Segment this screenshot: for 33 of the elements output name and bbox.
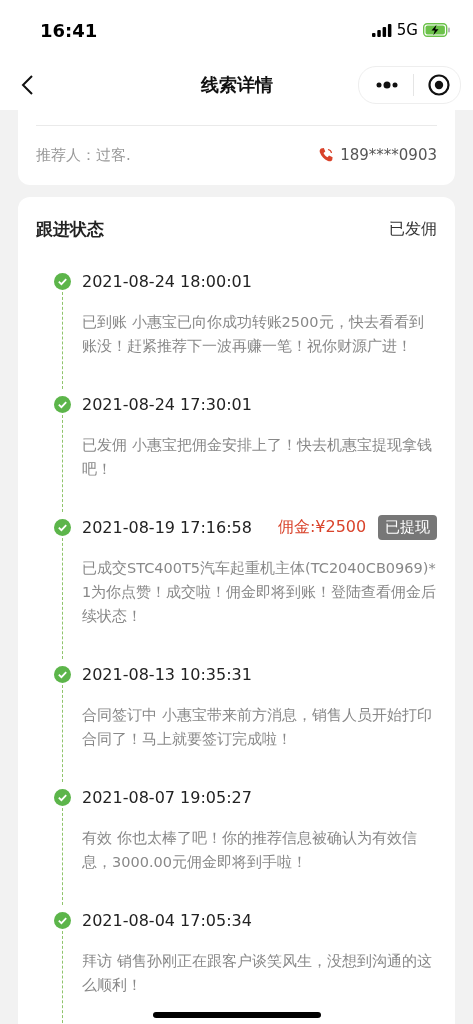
event-description: 已发佣 小惠宝把佣金安排上了！快去机惠宝提现拿钱吧！: [82, 436, 433, 479]
event-description: 已成交STC400T5汽车起重机主体(TC2040CB0969)*1为你点赞！成交啦！佣金即将到账！登陆查看佣金后续状态！: [82, 559, 437, 626]
event-description: 拜访 销售孙刚正在跟客户谈笑风生，没想到沟通的这么顺利！: [82, 952, 433, 995]
event-time: 2021-08-19 17:16:58: [82, 517, 252, 537]
phone-icon[interactable]: [318, 147, 335, 163]
event-time: 2021-08-04 17:05:34: [82, 910, 252, 930]
page-title: 线索详情: [200, 73, 273, 97]
referrer-label: 推荐人：过客.: [36, 145, 131, 165]
close-target-icon[interactable]: [428, 74, 450, 96]
event-time: 2021-08-07 19:05:27: [82, 787, 252, 807]
more-icon[interactable]: [375, 81, 399, 89]
event-description: 有效 你也太棒了吧！你的推荐信息被确认为有效信息，3000.00元佣金即将到手啦！: [82, 829, 418, 872]
back-icon[interactable]: [20, 74, 34, 96]
section-title: 跟进状态: [36, 217, 104, 241]
battery-charging-icon: [423, 23, 451, 37]
event-time: 2021-08-13 10:35:31: [82, 664, 252, 684]
check-circle-icon: [54, 518, 71, 536]
check-circle-icon: [54, 272, 71, 290]
signal-icon: [371, 23, 392, 37]
status-time: 16:41: [40, 19, 98, 41]
event-description: 合同签订中 小惠宝带来前方消息，销售人员开始打印合同了！马上就要签订完成啦！: [82, 706, 433, 749]
check-circle-icon: [54, 665, 71, 683]
withdrawn-badge: 已提现: [378, 514, 437, 540]
commission-amount: 佣金:¥2500: [277, 516, 367, 538]
event-time: 2021-08-24 18:00:01: [82, 271, 252, 291]
follow-status: 已发佣: [389, 218, 437, 240]
check-circle-icon: [54, 911, 71, 929]
check-circle-icon: [54, 788, 71, 806]
network-label: 5G: [396, 21, 418, 39]
phone-number[interactable]: 189****0903: [340, 146, 437, 164]
event-time: 2021-08-24 17:30:01: [82, 394, 252, 414]
event-description: 已到账 小惠宝已向你成功转账2500元，快去看看到账没！赶紧推荐下一波再赚一笔！祝你财源广进！: [82, 313, 425, 356]
check-circle-icon: [54, 395, 71, 413]
